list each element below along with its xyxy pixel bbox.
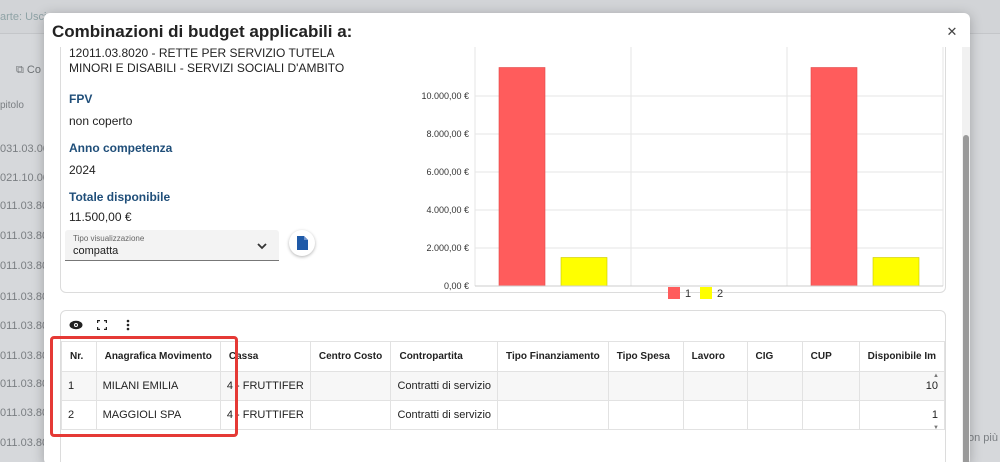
fpv-label: FPV (69, 92, 93, 106)
modal-title: Combinazioni di budget applicabili a: (52, 22, 353, 41)
column-header[interactable]: CUP (801, 341, 860, 372)
more-vert-icon[interactable] (121, 318, 135, 332)
table-cell (801, 400, 860, 430)
budget-combinations-modal: Combinazioni di budget applicabili a: ✕ … (44, 13, 970, 462)
combinations-table: Nr. Anagrafica Movimento Cassa Centro Costo… (61, 341, 945, 430)
y-tick-label: 10.000,00 € (421, 91, 469, 101)
table-cell: Contratti di servizio (390, 400, 499, 430)
table-cell: 10 (858, 371, 945, 401)
y-tick-label: 2.000,00 € (426, 243, 469, 253)
fpv-value: non coperto (69, 114, 133, 128)
chart-legend: 12 (668, 287, 723, 300)
table-row[interactable]: 1 MILANI EMILIA 4 - FRUTTIFER Contratti di … (61, 371, 945, 401)
background-breadcrumb: arte: Usci (0, 11, 47, 23)
column-header[interactable]: Nr. (61, 341, 97, 372)
table-cell (497, 400, 609, 430)
column-header[interactable]: Centro Costo (309, 341, 392, 372)
capitolo-description: 12011.03.8020 - RETTE PER SERVIZIO TUTEL… (69, 47, 369, 76)
table-cell (309, 400, 392, 430)
scrollbar-thumb[interactable] (963, 135, 969, 462)
view-type-select[interactable]: Tipo visualizzazione compatta (65, 230, 279, 261)
column-header[interactable]: Tipo Finanziamento (497, 341, 609, 372)
background-row: 011.03.80 (0, 378, 49, 390)
legend-label[interactable]: 1 (685, 288, 691, 300)
fullscreen-icon[interactable] (95, 318, 109, 332)
y-tick-label: 0,00 € (444, 281, 469, 291)
legend-swatch[interactable] (700, 287, 712, 299)
table-cell: MILANI EMILIA (95, 371, 221, 401)
legend-label[interactable]: 2 (717, 288, 723, 300)
background-row: 011.03.80 (0, 200, 49, 212)
table-cell: 4 - FRUTTIFER (219, 400, 311, 430)
background-row: 011.03.80 (0, 350, 49, 362)
y-tick-label: 6.000,00 € (426, 167, 469, 177)
table-cell: 1 (858, 400, 945, 430)
table-cell (746, 400, 803, 430)
column-header[interactable]: Disponibile Im (858, 341, 945, 372)
bar-disponibile-series-1 (810, 67, 858, 287)
totale-disponibile-value: 11.500,00 € (69, 210, 132, 224)
table-cell (682, 400, 748, 430)
close-button[interactable]: ✕ (940, 20, 964, 44)
background-row: 011.03.80 (0, 407, 49, 419)
table-row[interactable]: 2 MAGGIOLI SPA 4 - FRUTTIFER Contratti di s… (61, 400, 945, 430)
modal-scroll-area[interactable]: 12011.03.8020 - RETTE PER SERVIZIO TUTEL… (44, 47, 970, 462)
view-type-value: compatta (73, 245, 119, 257)
table-cell (801, 371, 860, 401)
table-cell (607, 371, 684, 401)
background-right-text: on più (968, 432, 998, 444)
background-row: 011.03.80 (0, 230, 49, 242)
background-row: 011.03.80 (0, 437, 49, 449)
pdf-export-button[interactable] (289, 230, 315, 256)
background-column-header: pitolo (0, 100, 24, 111)
column-header[interactable]: Tipo Spesa (607, 341, 684, 372)
chevron-down-icon (257, 243, 267, 250)
table-cell: MAGGIOLI SPA (95, 400, 221, 430)
modal-vertical-scrollbar[interactable] (962, 47, 970, 462)
anno-competenza-label: Anno competenza (69, 141, 173, 155)
background-row: 021.10.00 (0, 172, 49, 184)
y-tick-label: 4.000,00 € (426, 205, 469, 215)
table-toolbar (69, 317, 135, 333)
anno-competenza-value: 2024 (69, 163, 96, 177)
bar-impegnato-series-1 (498, 67, 546, 287)
bar-disponibile-series-2 (872, 257, 920, 287)
background-row: 011.03.80 (0, 291, 49, 303)
scroll-down-arrow[interactable]: ▼ (933, 425, 939, 431)
capitolo-line-2: MINORI E DISABILI - SERVIZI SOCIALI D'AM… (69, 61, 345, 75)
column-header[interactable]: Cassa (219, 341, 311, 372)
y-tick-label: 8.000,00 € (426, 129, 469, 139)
details-card: 12011.03.8020 - RETTE PER SERVIZIO TUTEL… (60, 47, 946, 300)
view-type-label: Tipo visualizzazione (73, 234, 145, 243)
eye-icon[interactable] (69, 318, 83, 332)
scroll-up-arrow[interactable]: ▲ (933, 373, 939, 379)
table-cell (607, 400, 684, 430)
table-cell (497, 371, 609, 401)
table-cell (682, 371, 748, 401)
legend-swatch[interactable] (668, 287, 680, 299)
column-header[interactable]: Contropartita (390, 341, 499, 372)
table-cell (746, 371, 803, 401)
totale-disponibile-label: Totale disponibile (69, 190, 171, 204)
background-row: 011.03.80 (0, 260, 49, 272)
table-cell: 2 (61, 400, 97, 430)
capitolo-line-1: 12011.03.8020 - RETTE PER SERVIZIO TUTEL… (69, 47, 335, 60)
background-copy-button[interactable]: ⧉ Co (16, 64, 41, 77)
pdf-file-icon (297, 236, 308, 250)
budget-bar-chart: 0,00 € 2.000,00 € 4.000,00 € 6.000,00 € 8.00… (421, 47, 944, 291)
table-cell: Contratti di servizio (390, 371, 499, 401)
background-row: 011.03.80 (0, 320, 49, 332)
close-icon: ✕ (946, 24, 958, 39)
background-row: 031.03.00 (0, 143, 49, 155)
column-header[interactable]: Anagrafica Movimento (95, 341, 221, 372)
table-cell: 1 (61, 371, 97, 401)
column-header[interactable]: CIG (746, 341, 803, 372)
table-cell (309, 371, 392, 401)
table-cell: 4 - FRUTTIFER (219, 371, 311, 401)
bar-impegnato-series-2 (560, 257, 608, 287)
combinations-table-card: Nr. Anagrafica Movimento Cassa Centro Costo… (60, 310, 946, 462)
column-header[interactable]: Lavoro (682, 341, 748, 372)
background-copy-label: Co (26, 64, 41, 76)
